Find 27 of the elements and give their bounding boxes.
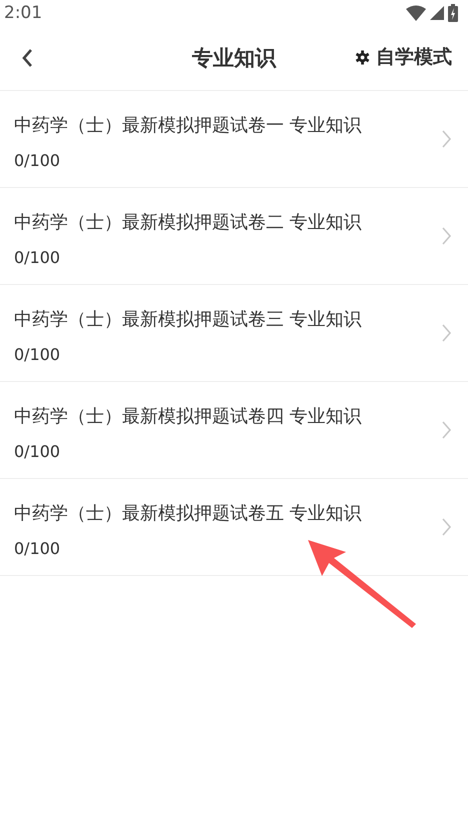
paper-list-item[interactable]: 中药学（士）最新模拟押题试卷四 专业知识 0/100 [0,382,468,479]
gear-icon [355,50,370,64]
paper-score: 0/100 [14,344,62,364]
back-icon [20,48,34,68]
paper-score: 0/100 [14,442,62,460]
self-study-mode-button[interactable]: 自学模式 [355,44,452,70]
paper-title: 中药学（士）最新模拟押题试卷二 专业知识 [14,210,363,234]
battery-icon [448,4,458,22]
paper-title: 中药学（士）最新模拟押题试卷三 专业知识 [14,308,363,330]
paper-title: 中药学（士）最新模拟押题试卷四 专业知识 [14,404,363,428]
paper-score: 0/100 [14,150,62,170]
paper-title: 中药学（士）最新模拟押题试卷一 专业知识 [14,114,363,136]
paper-list-item[interactable]: 中药学（士）最新模拟押题试卷一 专业知识 0/100 [0,91,468,188]
signal-icon [430,6,444,20]
chevron-right-icon [442,421,452,439]
chevron-right-icon [442,227,452,245]
paper-list-item[interactable]: 中药学（士）最新模拟押题试卷三 专业知识 0/100 [0,285,468,382]
chevron-right-icon [442,324,452,342]
paper-list-item[interactable]: 中药学（士）最新模拟押题试卷二 专业知识 0/100 [0,188,468,285]
paper-score: 0/100 [14,538,62,558]
page-title: 专业知识 [192,45,276,72]
chevron-right-icon [442,518,452,536]
paper-title: 中药学（士）最新模拟押题试卷五 专业知识 [14,502,363,524]
wifi-icon [406,5,426,21]
paper-score: 0/100 [14,248,62,266]
status-time: 2:01 [4,3,42,23]
chevron-right-icon [442,130,452,148]
